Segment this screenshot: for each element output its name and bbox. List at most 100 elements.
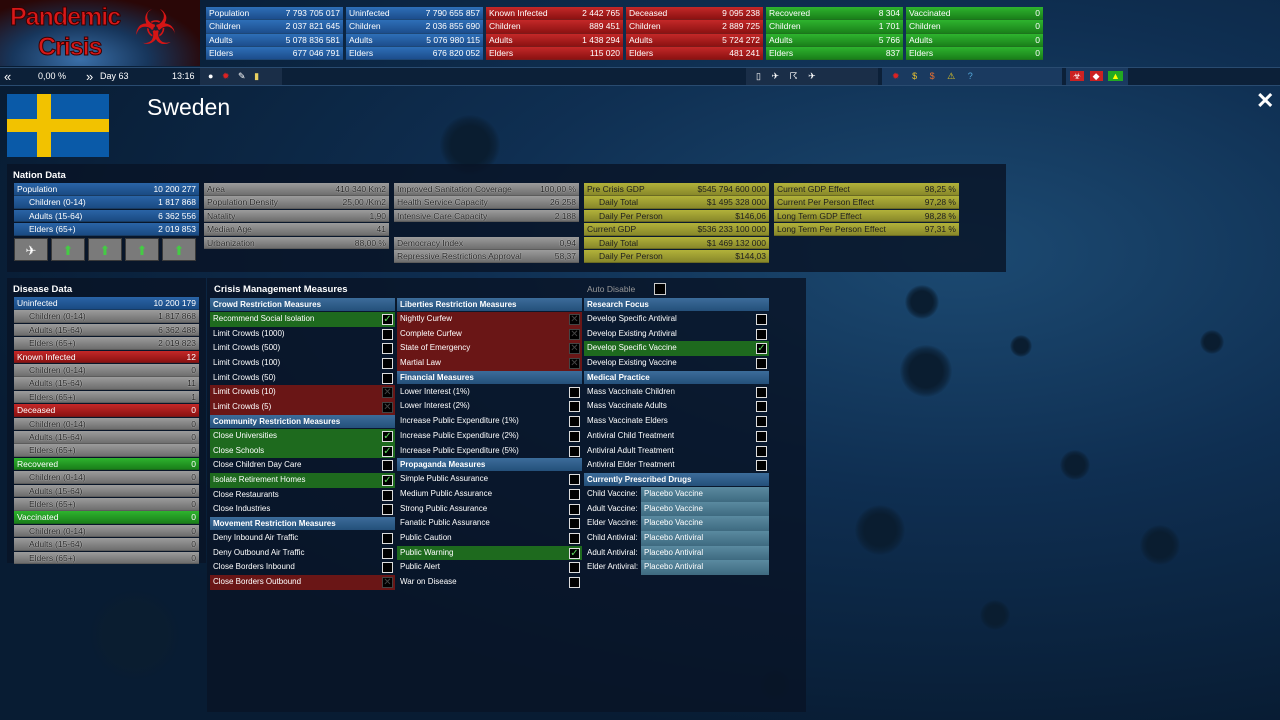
- stat-value: 0: [1035, 47, 1040, 58]
- measure-item: State of Emergency ✕: [397, 341, 582, 357]
- arrow-up-button[interactable]: ⬆: [51, 238, 85, 261]
- stat-row: Adults 0: [906, 33, 1043, 47]
- drug-select[interactable]: Placebo Vaccine: [641, 516, 769, 531]
- drug-select[interactable]: Placebo Antiviral: [641, 560, 769, 575]
- measure-checkbox[interactable]: [382, 328, 393, 340]
- measure-checkbox[interactable]: [382, 372, 393, 384]
- measure-checkbox[interactable]: ✓: [382, 474, 393, 486]
- rewind-button[interactable]: «: [4, 68, 11, 85]
- drug-label: Elder Vaccine:: [587, 518, 638, 528]
- measure-checkbox[interactable]: [569, 474, 580, 486]
- drug-select[interactable]: Placebo Antiviral: [641, 545, 769, 561]
- measure-checkbox[interactable]: ✓: [382, 314, 393, 325]
- measure-checkbox[interactable]: [569, 488, 580, 500]
- chart-icon[interactable]: ▲: [1108, 71, 1123, 81]
- drug-select[interactable]: Placebo Antiviral: [641, 530, 769, 546]
- news-icon[interactable]: ▮: [254, 71, 259, 81]
- measure-item: Close Children Day Care: [210, 458, 395, 473]
- measure-item: Nightly Curfew ✕: [397, 312, 582, 327]
- syringe-icon[interactable]: ✎: [238, 71, 246, 81]
- measure-checkbox[interactable]: [382, 504, 393, 516]
- measure-checkbox[interactable]: [569, 577, 580, 588]
- measure-checkbox[interactable]: [382, 562, 393, 574]
- measure-label: Public Alert: [400, 562, 441, 572]
- measure-checkbox[interactable]: [382, 358, 393, 370]
- disease-sub-row-label: Children (0-14): [29, 525, 86, 536]
- measure-item: Increase Public Expenditure (2%): [397, 429, 582, 444]
- measure-checkbox[interactable]: [569, 386, 580, 398]
- measure-checkbox[interactable]: [382, 460, 393, 472]
- measure-label: Develop Existing Vaccine: [587, 358, 677, 368]
- measure-checkbox[interactable]: [756, 358, 767, 370]
- nation-pop-row-label: Adults (15-64): [29, 210, 83, 221]
- research-icon[interactable]: ?: [968, 71, 973, 81]
- measure-item: Public Warning ✓: [397, 545, 582, 561]
- walk-up-button[interactable]: ⬆: [125, 238, 159, 261]
- measure-checkbox[interactable]: [569, 445, 580, 457]
- measure-checkbox[interactable]: [756, 416, 767, 428]
- measure-checkbox[interactable]: [569, 430, 580, 442]
- auto-disable-checkbox[interactable]: [654, 283, 666, 295]
- stat-label: Adults: [769, 34, 793, 45]
- forward-button[interactable]: »: [86, 68, 93, 85]
- measure-checkbox[interactable]: [756, 460, 767, 472]
- stat-row: Children 2 036 855 690: [346, 20, 483, 34]
- nation-geo-row-value: 1,90: [369, 210, 386, 221]
- measure-checkbox[interactable]: [382, 489, 393, 501]
- measures-title: Crisis Management Measures: [214, 284, 348, 295]
- disease-sub-row: Adults (15-64) 6 362 488: [14, 323, 199, 337]
- stat-row: Children 2 037 821 645: [206, 20, 343, 34]
- virus-icon[interactable]: ✹: [222, 71, 230, 81]
- measure-checkbox[interactable]: [569, 532, 580, 544]
- measure-checkbox[interactable]: [756, 328, 767, 340]
- disease-sub-row-label: Elders (65+): [29, 499, 76, 509]
- infection-alert-icon[interactable]: ✹: [892, 71, 900, 81]
- money-alert-icon[interactable]: $: [912, 71, 917, 81]
- measure-checkbox[interactable]: [756, 445, 767, 457]
- arrow-up2-button[interactable]: ⬆: [88, 238, 122, 261]
- close-icon[interactable]: ✕: [1256, 88, 1274, 114]
- measure-checkbox[interactable]: ✓: [756, 343, 767, 355]
- measure-checkbox: ✕: [382, 577, 393, 588]
- border-plane-icon[interactable]: ✈: [808, 71, 816, 81]
- measure-checkbox[interactable]: ✓: [382, 430, 393, 442]
- measure-checkbox[interactable]: [569, 562, 580, 574]
- disease-sub-row-value: 0: [191, 365, 196, 375]
- stat-block: Recovered 8 304 Children 1 701 Adults 5 766 El…: [766, 7, 903, 61]
- measure-label: Close Restaurants: [213, 489, 279, 499]
- map-tools: ● ✹ ✎ ▮: [200, 68, 282, 85]
- measure-checkbox[interactable]: [756, 430, 767, 442]
- measure-checkbox[interactable]: [569, 401, 580, 413]
- measure-checkbox[interactable]: [569, 503, 580, 515]
- door-icon[interactable]: ▯: [756, 71, 761, 81]
- measure-checkbox[interactable]: [569, 518, 580, 530]
- measure-checkbox[interactable]: [569, 416, 580, 428]
- shield-icon[interactable]: ◆: [1089, 71, 1103, 81]
- measure-checkbox[interactable]: [756, 314, 767, 325]
- measure-checkbox[interactable]: ✓: [382, 445, 393, 457]
- warning-icon[interactable]: ⚠: [947, 71, 955, 81]
- stat-value: 2 889 725: [722, 21, 760, 32]
- measure-checkbox[interactable]: [756, 401, 767, 413]
- plane-icon[interactable]: ✈: [771, 71, 779, 81]
- measure-checkbox[interactable]: [382, 547, 393, 559]
- disease-sub-row: Children (0-14) 0: [14, 364, 199, 377]
- air-travel-button[interactable]: ✈: [14, 238, 48, 261]
- globe-icon[interactable]: ●: [208, 71, 213, 81]
- measure-checkbox: ✕: [569, 314, 580, 325]
- hazard-icon[interactable]: ☣: [1070, 71, 1085, 81]
- money-down-icon[interactable]: $: [930, 71, 935, 81]
- nation-pop-row-value: 6 362 556: [158, 210, 196, 221]
- nation-health-row: Intensive Care Capacity 2 188: [394, 209, 579, 223]
- drug-select[interactable]: Placebo Vaccine: [641, 501, 769, 517]
- measure-checkbox[interactable]: [382, 343, 393, 355]
- measure-checkbox[interactable]: [756, 386, 767, 398]
- walk-icon[interactable]: ☈: [790, 71, 798, 81]
- measure-checkbox[interactable]: [382, 532, 393, 544]
- disease-sub-row: Children (0-14) 1 817 868: [14, 310, 199, 323]
- walk-up2-button[interactable]: ⬆: [162, 238, 196, 261]
- drug-select[interactable]: Placebo Vaccine: [641, 486, 769, 502]
- measure-checkbox[interactable]: ✓: [569, 547, 580, 559]
- nation-health-row-value: 26 258: [550, 197, 576, 208]
- nation-geo-row: Urbanization 88,00 %: [204, 236, 389, 250]
